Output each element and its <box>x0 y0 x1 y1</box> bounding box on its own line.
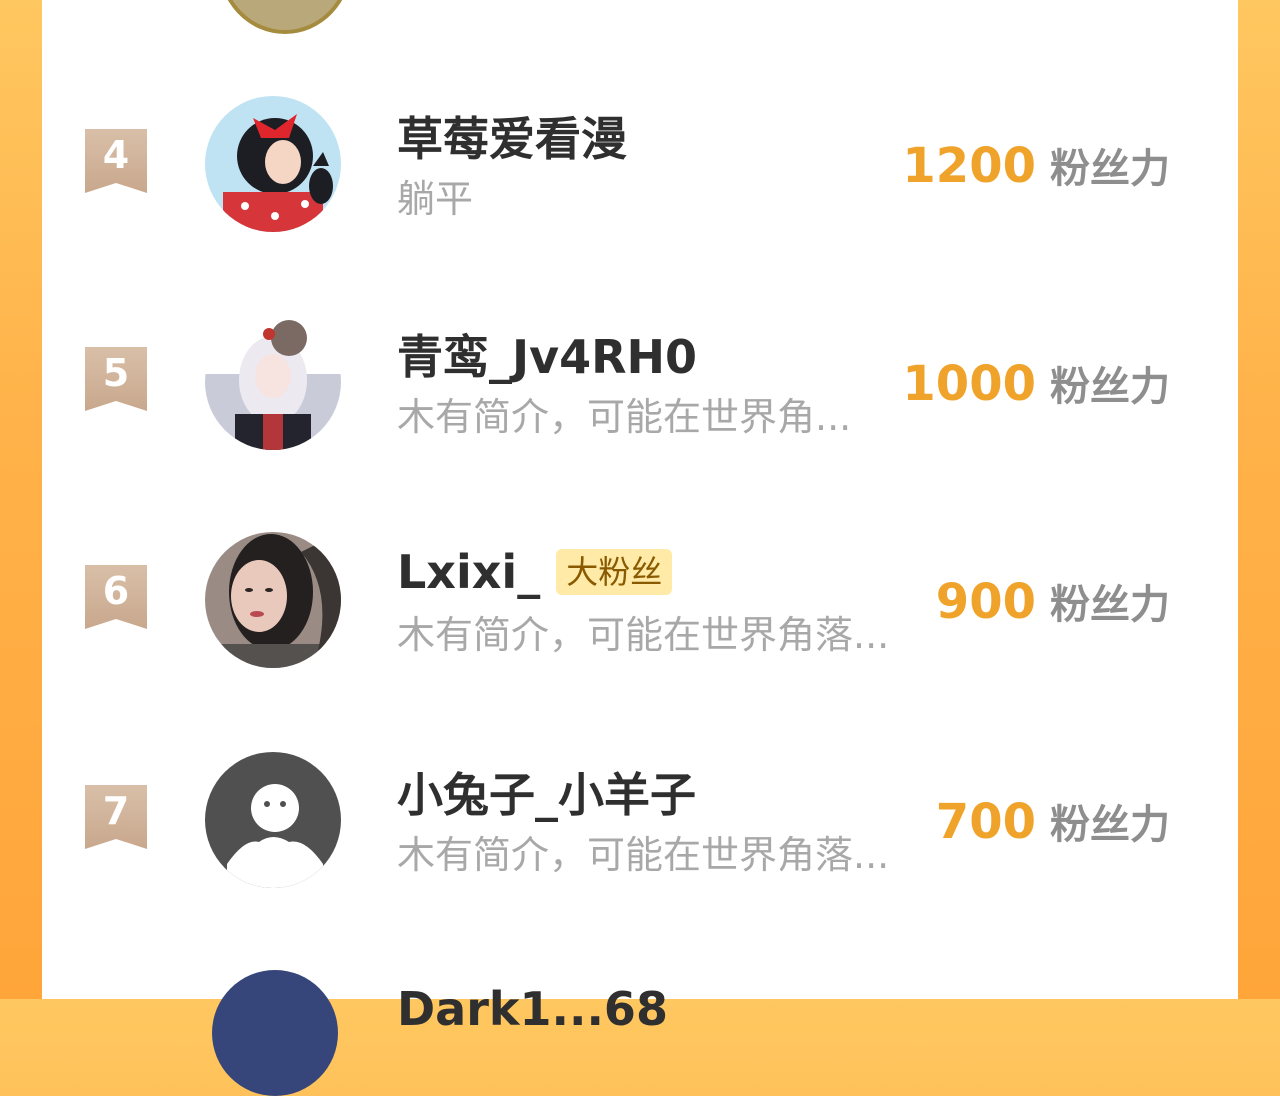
user-name[interactable]: 青鸾_Jv4RH0 <box>397 321 697 387</box>
fan-power: 700 粉丝力 <box>935 792 1170 850</box>
user-bio: 木有简介，可能在世界角落... <box>397 833 890 877</box>
user-name[interactable]: Lxixi_ <box>397 545 540 599</box>
user-bio: 木有简介，可能在世界角... <box>397 395 852 439</box>
fan-power-label: 粉丝力 <box>1050 802 1170 848</box>
rank-ribbon: 6 <box>85 565 147 629</box>
avatar[interactable] <box>205 96 341 232</box>
fan-power-value: 900 <box>935 574 1036 630</box>
list-item[interactable]: 4 草莓爱看漫 躺平 1200 粉丝力 <box>42 96 1238 236</box>
rank-number: 5 <box>102 351 130 395</box>
user-name-rank-8-partial[interactable]: Dark1...68 <box>397 982 668 1036</box>
avatar-rank-8-partial[interactable] <box>212 970 338 1096</box>
list-item[interactable]: 6 Lxixi_ 大粉丝 木有简介，可能在世界角落... 900 粉丝力 <box>42 532 1238 672</box>
user-name[interactable]: 草莓爱看漫 <box>397 103 627 169</box>
fan-power: 900 粉丝力 <box>935 572 1170 630</box>
user-name[interactable]: 小兔子_小羊子 <box>397 759 696 825</box>
avatar[interactable] <box>205 314 341 450</box>
user-bio: 木有简介，可能在世界角落... <box>397 613 890 657</box>
rank-ribbon: 5 <box>85 347 147 411</box>
avatar-rank-3-partial[interactable] <box>218 0 352 34</box>
default-avatar-icon[interactable] <box>205 752 341 888</box>
leaderboard-card: 4 草莓爱看漫 躺平 1200 粉丝力 5 青鸾_Jv4RH0 木有简介，可能在… <box>42 0 1238 1096</box>
user-bio: 躺平 <box>397 177 474 221</box>
fan-power: 1000 粉丝力 <box>902 354 1170 412</box>
list-item[interactable]: 5 青鸾_Jv4RH0 木有简介，可能在世界角... 1000 粉丝力 <box>42 314 1238 454</box>
list-item[interactable]: 7 小兔子_小羊子 木有简介，可能在世界角落... 700 粉丝力 <box>42 752 1238 892</box>
fan-power: 1200 粉丝力 <box>902 136 1170 194</box>
fan-power-value: 1200 <box>902 138 1036 194</box>
rank-number: 6 <box>102 569 130 613</box>
big-fan-badge: 大粉丝 <box>556 549 673 595</box>
fan-power-label: 粉丝力 <box>1050 146 1170 192</box>
rank-ribbon: 4 <box>85 129 147 193</box>
fan-power-label: 粉丝力 <box>1050 582 1170 628</box>
fan-power-value: 700 <box>935 794 1036 850</box>
rank-ribbon: 7 <box>85 785 147 849</box>
avatar[interactable] <box>205 532 341 668</box>
rank-number: 7 <box>102 789 130 833</box>
rank-number: 4 <box>102 133 130 177</box>
fan-power-label: 粉丝力 <box>1050 364 1170 410</box>
fan-power-value: 1000 <box>902 356 1036 412</box>
